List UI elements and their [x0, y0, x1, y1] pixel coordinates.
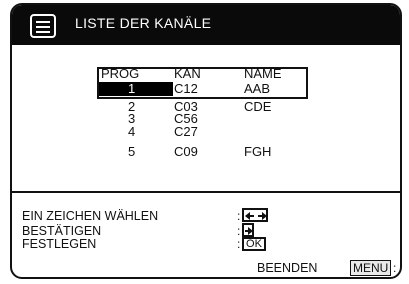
page-title: LISTE DER KANÄLE — [75, 15, 212, 31]
colon: : — [393, 261, 397, 275]
osd-screen: LISTE DER KANÄLE PROG KAN NAME 1 C12 AAB… — [10, 3, 402, 279]
divider — [12, 191, 400, 193]
selection-highlight — [99, 82, 173, 96]
column-header-kan: KAN — [174, 66, 201, 81]
colon: : — [237, 209, 241, 223]
row-name: FGH — [244, 144, 272, 159]
row-kan: C09 — [174, 144, 198, 159]
column-header-name: NAME — [244, 66, 282, 81]
row-prog: 1 — [128, 81, 136, 96]
row-prog: 4 — [128, 124, 136, 139]
title-bar: LISTE DER KANÄLE — [12, 5, 400, 45]
ok-key: OK — [242, 237, 266, 251]
left-right-arrows-icon — [242, 208, 268, 222]
right-arrow-icon — [242, 223, 254, 237]
column-header-prog: PROG — [101, 66, 140, 81]
row-kan: C27 — [174, 124, 198, 139]
list-icon — [30, 14, 56, 38]
help-store: FESTLEGEN — [22, 237, 97, 251]
row-name: AAB — [244, 81, 271, 96]
exit-label: BEENDEN — [257, 261, 318, 275]
row-name: CDE — [244, 99, 272, 114]
row-kan: C12 — [174, 81, 198, 96]
help-choose-char: EIN ZEICHEN WÄHLEN — [22, 209, 159, 223]
colon: : — [237, 237, 241, 251]
menu-button[interactable]: MENU — [350, 260, 392, 276]
row-prog: 5 — [128, 144, 136, 159]
